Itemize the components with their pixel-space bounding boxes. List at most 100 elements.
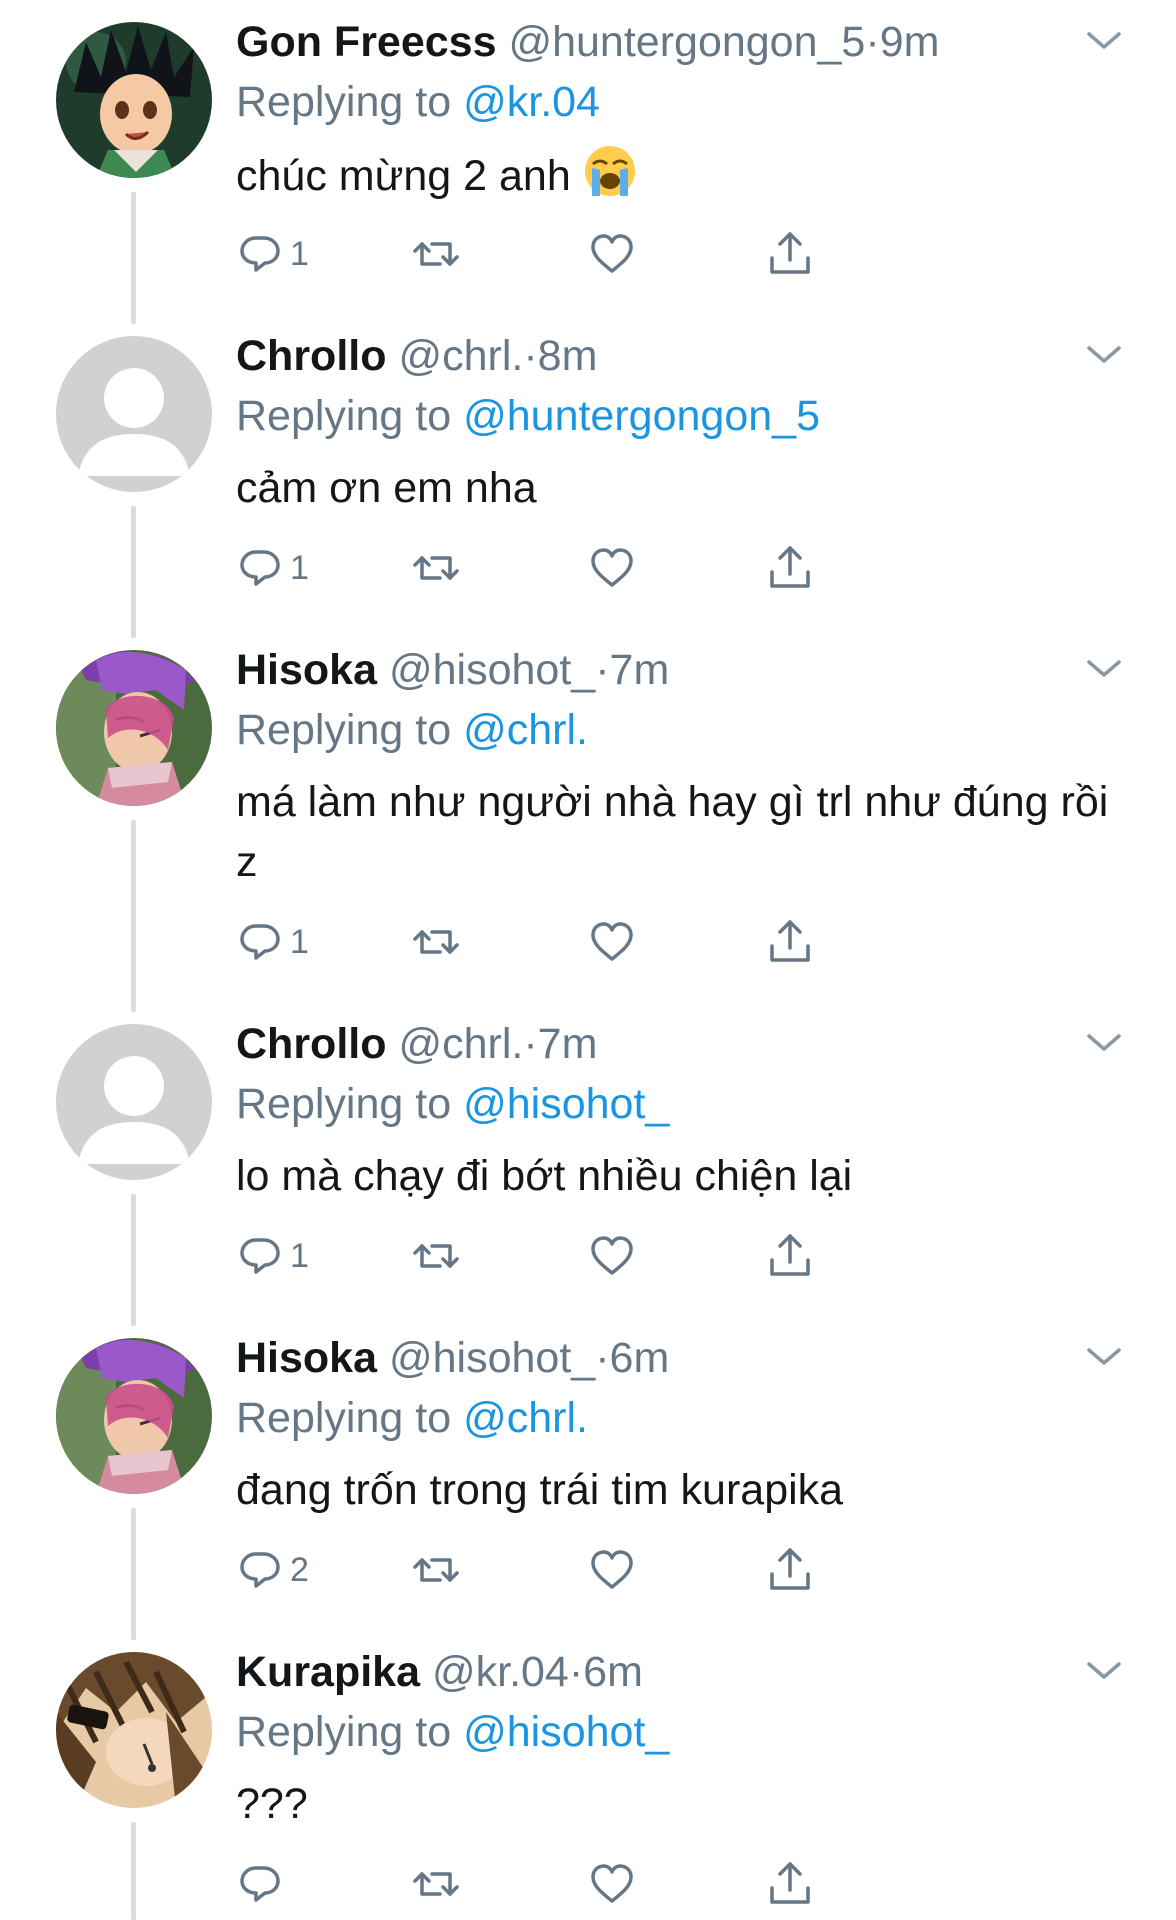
replying-to-mention[interactable]: @chrl. <box>463 706 588 754</box>
separator: · <box>865 18 880 66</box>
display-name[interactable]: Hisoka <box>236 646 377 694</box>
display-name[interactable]: Chrollo <box>236 332 386 380</box>
tweet-header: Hisoka @hisohot_·6m <box>236 1330 669 1386</box>
tweet-text: chúc mừng 2 anh <box>236 144 1116 206</box>
avatar[interactable] <box>56 650 212 806</box>
like-button[interactable] <box>588 1856 636 1912</box>
timestamp[interactable]: 7m <box>610 646 670 694</box>
tweet-header: Chrollo @chrl.·7m <box>236 1016 597 1072</box>
share-icon <box>770 232 810 274</box>
reply-count: 1 <box>290 548 309 587</box>
chevron-down-icon[interactable] <box>1086 1660 1122 1682</box>
replying-to-mention[interactable]: @huntergongon_5 <box>463 392 820 440</box>
thread-line <box>131 192 136 324</box>
tweet-text: cảm ơn em nha <box>236 458 1116 518</box>
replying-to-mention[interactable]: @hisohot_ <box>463 1080 669 1128</box>
display-name[interactable]: Kurapika <box>236 1648 420 1696</box>
retweet-button[interactable] <box>412 1542 460 1598</box>
heart-icon <box>591 548 633 587</box>
replying-to-label: Replying to <box>236 706 452 754</box>
tweet[interactable]: Chrollo @chrl.·8m Replying to @huntergon… <box>0 314 1176 638</box>
user-handle[interactable]: @hisohot_ <box>389 646 595 694</box>
heart-icon <box>591 922 633 961</box>
chevron-down-icon[interactable] <box>1086 658 1122 680</box>
retweet-icon <box>413 242 459 266</box>
retweet-icon <box>413 556 459 580</box>
timestamp[interactable]: 6m <box>610 1334 670 1382</box>
tweet-text-content: cảm ơn em nha <box>236 464 537 512</box>
hisoka-avatar <box>56 1338 212 1494</box>
user-handle[interactable]: @hisohot_ <box>389 1334 595 1382</box>
kurapika-avatar <box>56 1652 212 1808</box>
replying-to-label: Replying to <box>236 1708 452 1756</box>
like-button[interactable] <box>588 226 636 282</box>
replying-to-mention[interactable]: @chrl. <box>463 1394 588 1442</box>
chevron-down-icon[interactable] <box>1086 30 1122 52</box>
chevron-down-icon[interactable] <box>1086 344 1122 366</box>
tweet-text-content: má làm như người nhà hay gì trl như đúng… <box>236 778 1109 886</box>
reply-button[interactable]: 1 <box>236 540 309 596</box>
share-button[interactable] <box>766 1856 814 1912</box>
heart-icon <box>591 234 633 273</box>
like-button[interactable] <box>588 1228 636 1284</box>
timestamp[interactable]: 8m <box>538 332 598 380</box>
tweet-header: Gon Freecss @huntergongon_5·9m <box>236 14 939 70</box>
thread-line <box>131 820 136 1012</box>
tweet[interactable]: Gon Freecss @huntergongon_5·9m Replying … <box>0 0 1176 324</box>
like-button[interactable] <box>588 1542 636 1598</box>
timestamp[interactable]: 9m <box>880 18 940 66</box>
tweet-actions: 2 <box>236 1542 976 1598</box>
avatar[interactable] <box>56 336 212 492</box>
reply-button[interactable]: 1 <box>236 1228 309 1284</box>
thread-line <box>131 506 136 638</box>
user-handle[interactable]: @huntergongon_5 <box>508 18 865 66</box>
replying-to-mention[interactable]: @kr.04 <box>463 78 600 126</box>
default-avatar <box>56 1024 212 1180</box>
timestamp[interactable]: 7m <box>538 1020 598 1068</box>
reply-button[interactable] <box>236 1856 290 1912</box>
avatar[interactable] <box>56 1024 212 1180</box>
retweet-button[interactable] <box>412 1228 460 1284</box>
tweet-text: đang trốn trong trái tim kurapika <box>236 1460 1116 1520</box>
tweet-header: Kurapika @kr.04·6m <box>236 1644 643 1700</box>
tweet[interactable]: Hisoka @hisohot_·7m Replying to @chrl. m… <box>0 628 1176 1012</box>
avatar[interactable] <box>56 22 212 178</box>
retweet-button[interactable] <box>412 914 460 970</box>
tweet[interactable]: Kurapika @kr.04·6m Replying to @hisohot_… <box>0 1630 1176 1920</box>
retweet-button[interactable] <box>412 1856 460 1912</box>
tweet[interactable]: Hisoka @hisohot_·6m Replying to @chrl. đ… <box>0 1316 1176 1640</box>
display-name[interactable]: Gon Freecss <box>236 18 497 66</box>
reply-icon <box>240 1866 280 1902</box>
retweet-button[interactable] <box>412 540 460 596</box>
like-button[interactable] <box>588 540 636 596</box>
tweet-text-content: lo mà chạy đi bớt nhiều chiện lại <box>236 1152 853 1200</box>
heart-icon <box>591 1236 633 1275</box>
tweet-text: ??? <box>236 1774 1116 1834</box>
chevron-down-icon[interactable] <box>1086 1346 1122 1368</box>
timestamp[interactable]: 6m <box>583 1648 643 1696</box>
reply-count: 2 <box>290 1550 309 1589</box>
tweet-text: lo mà chạy đi bớt nhiều chiện lại <box>236 1146 1116 1206</box>
share-button[interactable] <box>766 226 814 282</box>
user-handle[interactable]: @chrl. <box>398 332 523 380</box>
share-button[interactable] <box>766 1228 814 1284</box>
replying-to-mention[interactable]: @hisohot_ <box>463 1708 669 1756</box>
share-button[interactable] <box>766 914 814 970</box>
reply-button[interactable]: 1 <box>236 914 309 970</box>
user-handle[interactable]: @kr.04 <box>432 1648 569 1696</box>
reply-button[interactable]: 2 <box>236 1542 309 1598</box>
display-name[interactable]: Hisoka <box>236 1334 377 1382</box>
display-name[interactable]: Chrollo <box>236 1020 386 1068</box>
chevron-down-icon[interactable] <box>1086 1032 1122 1054</box>
user-handle[interactable]: @chrl. <box>398 1020 523 1068</box>
retweet-button[interactable] <box>412 226 460 282</box>
avatar[interactable] <box>56 1652 212 1808</box>
default-avatar <box>56 336 212 492</box>
share-button[interactable] <box>766 1542 814 1598</box>
share-button[interactable] <box>766 540 814 596</box>
avatar[interactable] <box>56 1338 212 1494</box>
reply-button[interactable]: 1 <box>236 226 309 282</box>
tweet[interactable]: Chrollo @chrl.·7m Replying to @hisohot_ … <box>0 1002 1176 1326</box>
like-button[interactable] <box>588 914 636 970</box>
heart-icon <box>591 1550 633 1589</box>
